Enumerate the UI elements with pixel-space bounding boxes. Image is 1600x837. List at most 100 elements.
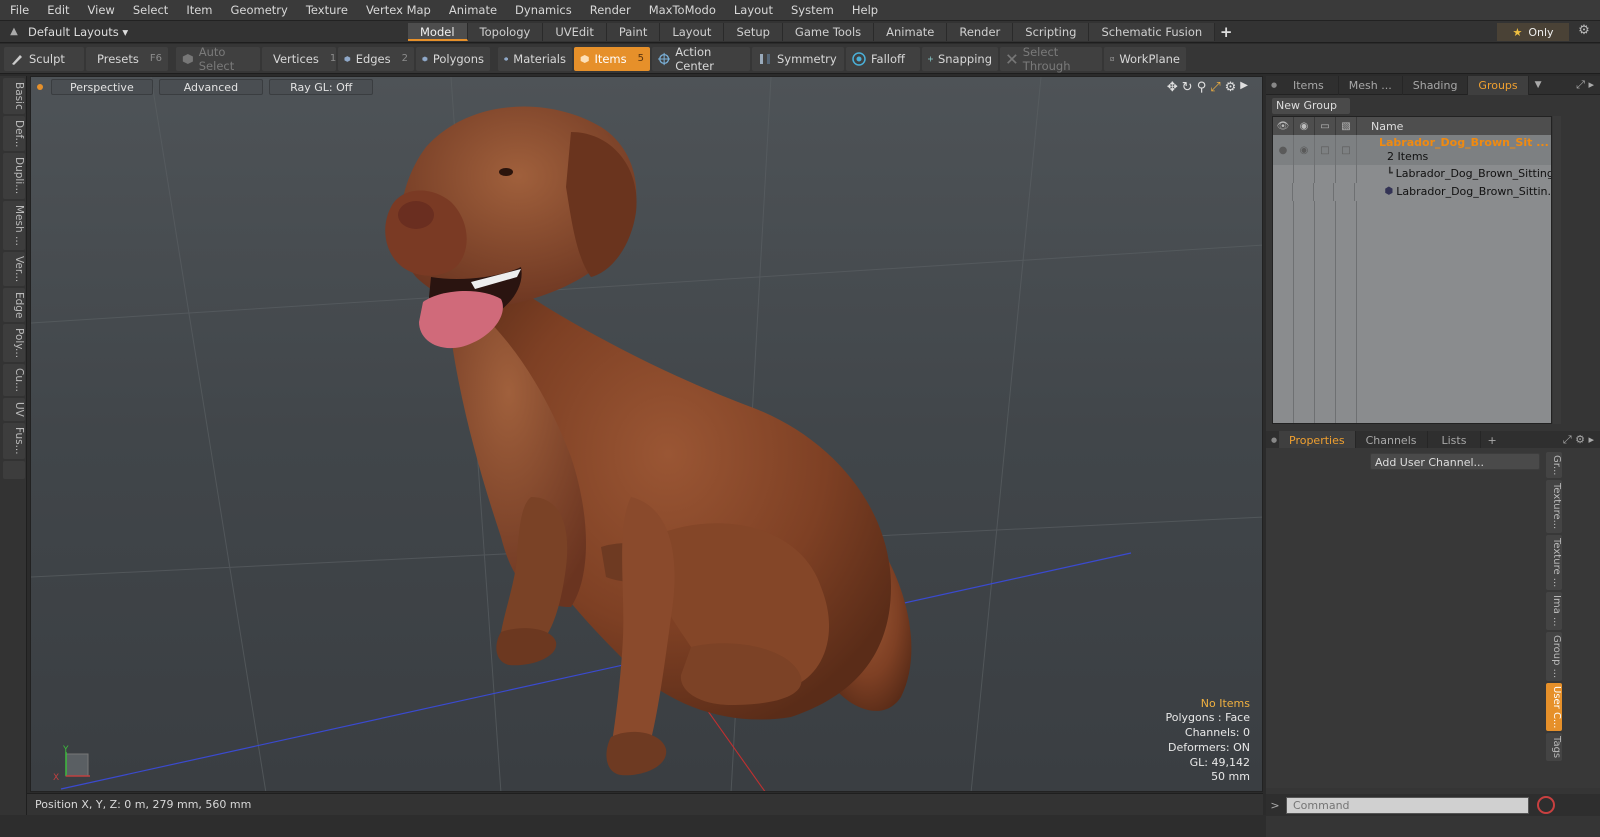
menu-vertex-map[interactable]: Vertex Map	[357, 0, 440, 21]
tab-channels[interactable]: Channels	[1356, 430, 1428, 450]
left-tab-curve[interactable]: Cu...	[3, 364, 25, 397]
move-icon[interactable]: ✥	[1167, 80, 1178, 95]
left-tab-uv[interactable]: UV	[3, 398, 25, 422]
viewport-menu-dot[interactable]	[37, 84, 43, 90]
menu-animate[interactable]: Animate	[440, 0, 506, 21]
polygons-button[interactable]: Polygons	[416, 46, 490, 71]
tab-schematic-fusion[interactable]: Schematic Fusion	[1089, 22, 1216, 41]
list-item[interactable]: ⬢ Labrador_Dog_Brown_Sittin...	[1273, 183, 1551, 201]
snapping-button[interactable]: Snapping	[922, 46, 998, 71]
menu-file[interactable]: File	[0, 0, 38, 21]
menu-edit[interactable]: Edit	[38, 0, 78, 21]
auto-select-button[interactable]: Auto Select	[176, 45, 260, 73]
left-tab-collapse[interactable]	[3, 460, 25, 479]
select-toggle[interactable]: □	[1336, 135, 1357, 165]
workplane-button[interactable]: WorkPlane	[1104, 46, 1186, 71]
tab-items[interactable]: Items	[1279, 75, 1339, 95]
3d-viewport[interactable]: Y X Perspective Advanced Ray GL: Off ✥ ↻…	[30, 76, 1263, 792]
advanced-button[interactable]: Advanced	[158, 79, 264, 95]
menu-item[interactable]: Item	[177, 0, 221, 21]
left-tab-vertex[interactable]: Ver...	[3, 251, 25, 286]
vertices-button[interactable]: Vertices 1	[262, 46, 336, 71]
fit-icon[interactable]: ⤢	[1210, 80, 1220, 95]
menu-system[interactable]: System	[782, 0, 843, 21]
only-toggle[interactable]: ★ Only	[1497, 23, 1569, 41]
select-through-button[interactable]: Select Through	[1000, 45, 1102, 73]
tab-setup[interactable]: Setup	[724, 22, 783, 41]
record-icon[interactable]	[1537, 796, 1555, 814]
collapse-icon[interactable]: ▲	[0, 26, 28, 37]
tab-uvedit[interactable]: UVEdit	[543, 22, 607, 41]
side-tab-tags[interactable]: Tags	[1546, 733, 1562, 762]
tab-model[interactable]: Model	[408, 22, 468, 41]
action-center-button[interactable]: Action Center	[652, 45, 750, 73]
tab-paint[interactable]: Paint	[606, 22, 661, 41]
new-group-button[interactable]: New Group	[1272, 98, 1350, 114]
menu-render[interactable]: Render	[581, 0, 640, 21]
menu-help[interactable]: Help	[843, 0, 887, 21]
symmetry-button[interactable]: Symmetry	[752, 46, 844, 71]
tab-render[interactable]: Render	[947, 22, 1014, 41]
expand-icon[interactable]: ⤢ ⚙ ▸	[1563, 433, 1594, 447]
tab-topology[interactable]: Topology	[467, 22, 544, 41]
tab-properties[interactable]: Properties	[1279, 430, 1356, 450]
chevron-down-icon[interactable]: ▼	[1535, 80, 1542, 90]
tab-scripting[interactable]: Scripting	[1013, 22, 1090, 41]
panel-dot-icon[interactable]: ●	[1271, 436, 1279, 444]
left-tab-duplicate[interactable]: Dupli...	[3, 153, 25, 199]
layouts-dropdown[interactable]: Default Layouts ▾	[28, 25, 408, 39]
left-tab-basic[interactable]: Basic	[3, 78, 25, 114]
materials-button[interactable]: Materials	[498, 46, 572, 71]
gear-icon[interactable]: ⚙	[1574, 23, 1594, 38]
menu-select[interactable]: Select	[124, 0, 177, 21]
rotate-icon[interactable]: ↻	[1182, 80, 1193, 95]
menu-layout[interactable]: Layout	[725, 0, 782, 21]
raygl-button[interactable]: Ray GL: Off	[269, 79, 374, 95]
groups-scrollbar[interactable]	[1553, 116, 1561, 424]
render-toggle[interactable]: ◉	[1294, 135, 1315, 165]
visibility-toggle[interactable]: ●	[1273, 135, 1294, 165]
edges-button[interactable]: Edges 2	[338, 46, 414, 71]
tab-layout[interactable]: Layout	[660, 22, 725, 41]
tab-lists[interactable]: Lists	[1428, 430, 1482, 450]
panel-dot-icon[interactable]: ●	[1271, 81, 1279, 89]
add-tab-icon[interactable]: +	[1487, 434, 1496, 447]
select-icon[interactable]: ▧	[1336, 117, 1357, 135]
left-tab-edge[interactable]: Edge	[3, 287, 25, 323]
add-tab-icon[interactable]: +	[1215, 23, 1237, 41]
side-tab-group-2[interactable]: Group ...	[1546, 631, 1562, 681]
left-tab-fusion[interactable]: Fus...	[3, 423, 25, 459]
list-item[interactable]: ┗ Labrador_Dog_Brown_Sitting	[1273, 165, 1551, 183]
lock-toggle[interactable]: □	[1315, 135, 1336, 165]
tab-game-tools[interactable]: Game Tools	[782, 22, 875, 41]
side-tab-image[interactable]: Ima ...	[1546, 591, 1562, 630]
perspective-button[interactable]: Perspective	[51, 79, 153, 95]
lock-icon[interactable]: ▭	[1315, 117, 1336, 135]
items-button[interactable]: Items 5	[574, 46, 650, 71]
eye-icon[interactable]: 👁	[1273, 117, 1294, 135]
menu-maxtomodo[interactable]: MaxToModo	[640, 0, 725, 21]
group-row[interactable]: ● ◉ □ □ Labrador_Dog_Brown_Sit ... 2 Ite…	[1273, 135, 1551, 165]
command-input[interactable]	[1286, 796, 1529, 814]
menu-texture[interactable]: Texture	[297, 0, 357, 21]
left-tab-polygon[interactable]: Poly...	[3, 324, 25, 363]
left-tab-deform[interactable]: Def...	[3, 115, 25, 152]
expand-icon[interactable]: ⤢ ▸	[1576, 78, 1594, 92]
more-icon[interactable]: ▶	[1240, 80, 1248, 95]
tab-mesh[interactable]: Mesh ...	[1339, 75, 1403, 95]
left-tab-mesh[interactable]: Mesh ...	[3, 200, 25, 250]
tab-groups[interactable]: Groups	[1468, 75, 1529, 95]
side-tab-texture-2[interactable]: Texture ...	[1546, 534, 1562, 590]
tab-shading[interactable]: Shading	[1403, 75, 1469, 95]
render-icon[interactable]: ◉	[1294, 117, 1315, 135]
add-user-channel-button[interactable]: Add User Channel...	[1370, 453, 1540, 470]
side-tab-texture-1[interactable]: Texture...	[1546, 480, 1562, 533]
presets-button[interactable]: Presets F6	[86, 46, 168, 71]
settings-icon[interactable]: ⚙	[1225, 80, 1237, 95]
sculpt-button[interactable]: Sculpt	[4, 46, 84, 71]
menu-geometry[interactable]: Geometry	[222, 0, 297, 21]
side-tab-group[interactable]: Gr...	[1546, 452, 1562, 479]
falloff-button[interactable]: Falloff	[846, 46, 920, 71]
menu-dynamics[interactable]: Dynamics	[506, 0, 581, 21]
zoom-icon[interactable]: ⚲	[1197, 80, 1207, 95]
